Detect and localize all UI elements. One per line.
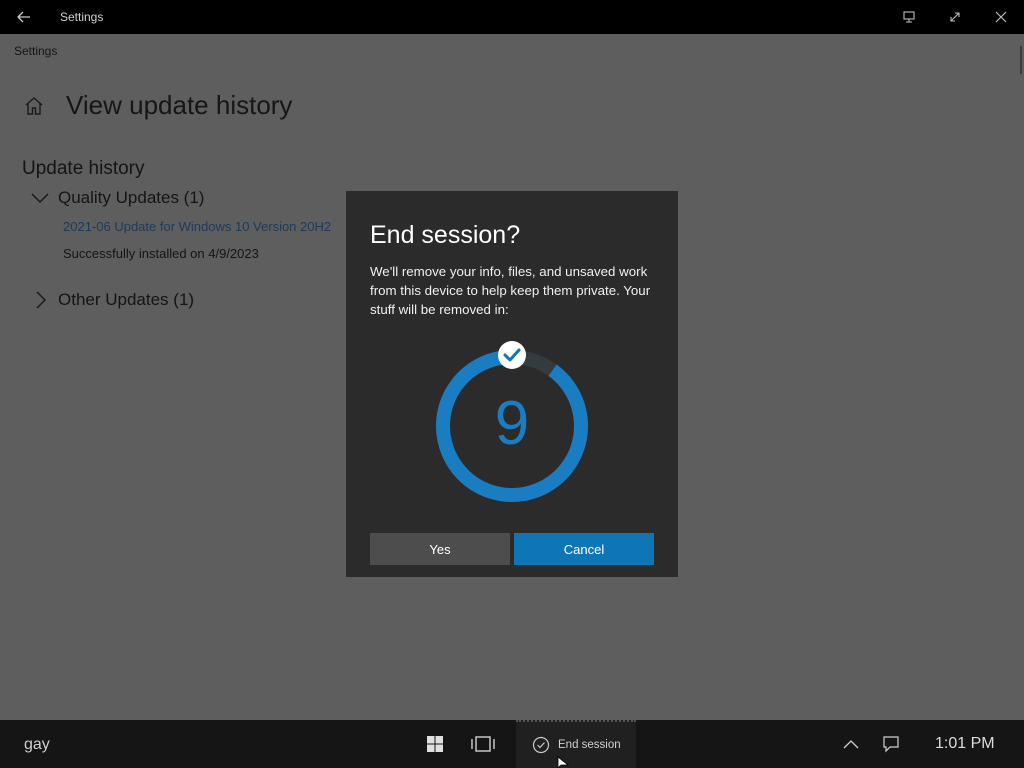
maximize-button[interactable] <box>935 3 975 31</box>
show-hidden-icons-button[interactable] <box>837 730 865 758</box>
taskbar: gay End session 1:01 PM <box>0 720 1024 768</box>
chevron-down-icon <box>31 193 49 204</box>
dialog-message: We'll remove your info, files, and unsav… <box>370 264 651 317</box>
title-bar: Settings <box>0 0 1024 34</box>
task-view-icon <box>471 736 495 752</box>
check-badge <box>498 341 526 369</box>
windows-logo-icon <box>427 736 443 752</box>
cancel-button[interactable]: Cancel <box>514 533 654 565</box>
other-updates-group[interactable]: Other Updates (1) <box>30 288 194 312</box>
notification-icon <box>883 736 899 753</box>
user-name: gay <box>24 736 50 753</box>
quality-updates-group[interactable]: Quality Updates (1) <box>30 186 204 210</box>
end-session-dialog: End session? We'll remove your info, fil… <box>346 191 678 577</box>
mouse-cursor-icon <box>557 756 569 768</box>
page-title: View update history <box>66 90 293 120</box>
task-view-button[interactable] <box>469 730 497 758</box>
restore-tablet-icon <box>903 11 915 23</box>
close-button[interactable] <box>981 3 1021 31</box>
back-button[interactable] <box>8 3 40 31</box>
home-icon <box>25 97 43 115</box>
update-item-link[interactable]: 2021-06 Update for Windows 10 Version 20… <box>63 219 346 234</box>
clock[interactable]: 1:01 PM <box>935 735 995 753</box>
countdown-ring: 9 <box>432 338 592 508</box>
yes-button[interactable]: Yes <box>370 533 510 565</box>
breadcrumb: Settings <box>14 44 58 58</box>
window-title: Settings <box>60 10 104 24</box>
end-session-label: End session <box>558 739 621 751</box>
scrollbar[interactable] <box>1020 46 1022 74</box>
section-title: Update history <box>22 158 145 179</box>
action-center-button[interactable] <box>877 730 905 758</box>
close-icon <box>995 11 1007 23</box>
chevron-up-icon <box>843 740 859 749</box>
check-circle-icon <box>532 736 550 754</box>
update-item-status: Successfully installed on 4/9/2023 <box>63 246 259 261</box>
end-session-taskbar-button[interactable]: End session <box>516 720 636 768</box>
quality-updates-label: Quality Updates (1) <box>58 188 205 207</box>
arrow-left-icon <box>17 11 30 23</box>
countdown-number: 9 <box>494 389 530 458</box>
chevron-right-icon <box>36 291 47 309</box>
other-updates-label: Other Updates (1) <box>58 290 195 309</box>
maximize-icon <box>950 12 960 22</box>
dialog-title: End session? <box>370 221 521 249</box>
restore-tablet-button[interactable] <box>889 3 929 31</box>
home-button[interactable] <box>22 94 46 118</box>
start-button[interactable] <box>421 730 449 758</box>
